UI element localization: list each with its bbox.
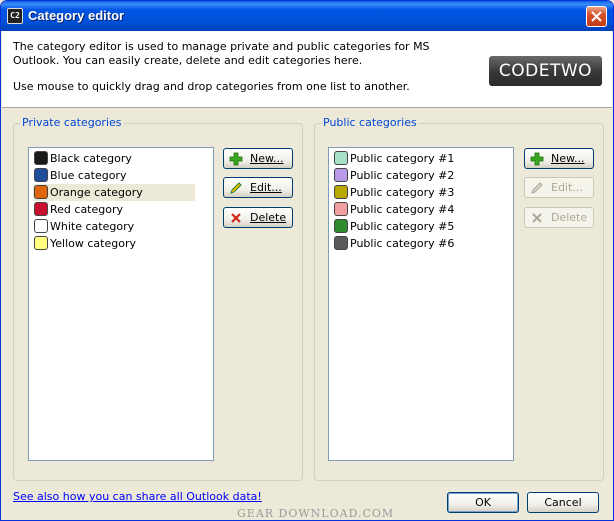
category-label: Public category #5 [350,220,455,233]
private-delete-label: Delete [250,211,287,224]
category-color-swatch [334,202,348,216]
list-item[interactable]: Public category #2 [333,167,495,184]
list-item[interactable]: Public category #4 [333,201,495,218]
category-color-swatch [334,236,348,250]
public-categories-list[interactable]: Public category #1 Public category #2 Publ… [328,147,514,461]
private-new-label: New... [250,152,284,165]
category-color-swatch [34,151,48,165]
pencil-icon [531,182,543,194]
category-color-swatch [334,151,348,165]
list-item[interactable]: Public category #1 [333,150,495,167]
list-item[interactable]: Black category [33,150,195,167]
list-item[interactable]: Public category #6 [333,235,495,252]
header-panel: The category editor is used to manage pr… [2,31,612,108]
category-color-swatch [334,219,348,233]
private-categories-list[interactable]: Black category Blue category Orange catego… [28,147,214,461]
category-color-swatch [34,219,48,233]
header-hint: Use mouse to quickly drag and drop categ… [13,80,410,93]
list-item[interactable]: Red category [33,201,195,218]
close-icon [591,11,602,22]
category-label: Public category #3 [350,186,455,199]
ok-button[interactable]: OK [447,492,519,513]
app-icon: C2 [7,8,23,24]
delete-x-icon [231,213,241,223]
list-item[interactable]: Yellow category [33,235,195,252]
private-categories-group: Private categories Black category Blue ca… [13,116,303,481]
category-color-swatch [34,202,48,216]
title-bar[interactable]: C2 Category editor [1,1,613,31]
category-label: Black category [50,152,132,165]
watermark-text: GEAR DOWNLOAD.COM [237,507,395,520]
list-item[interactable]: Public category #3 [333,184,495,201]
category-editor-window: C2 Category editor The category editor i… [0,0,614,521]
public-categories-title: Public categories [321,116,419,129]
share-outlook-data-link[interactable]: See also how you can share all Outlook d… [13,490,262,503]
category-label: White category [50,220,135,233]
private-categories-title: Private categories [20,116,124,129]
cancel-button[interactable]: Cancel [527,492,599,513]
category-label: Orange category [50,186,143,199]
list-item[interactable]: White category [33,218,195,235]
public-delete-button[interactable]: Delete [524,207,594,228]
category-color-swatch [34,185,48,199]
plus-icon [530,152,544,166]
private-new-button[interactable]: New... [223,148,293,169]
public-categories-group: Public categories Public category #1 Publ… [314,116,604,481]
category-color-swatch [34,236,48,250]
category-label: Public category #6 [350,237,455,250]
header-description: The category editor is used to manage pr… [13,40,430,67]
plus-icon [229,152,243,166]
delete-x-icon [532,213,542,223]
public-edit-label: Edit... [551,181,583,194]
pencil-icon [230,182,242,194]
list-item[interactable]: Orange category [33,184,195,201]
public-edit-button[interactable]: Edit... [524,177,594,198]
public-new-button[interactable]: New... [524,148,594,169]
close-button[interactable] [586,6,607,27]
private-edit-button[interactable]: Edit... [223,177,293,198]
private-delete-button[interactable]: Delete [223,207,293,228]
public-new-label: New... [551,152,585,165]
list-item[interactable]: Blue category [33,167,195,184]
category-color-swatch [334,168,348,182]
list-item[interactable]: Public category #5 [333,218,495,235]
category-label: Red category [50,203,124,216]
window-title: Category editor [28,8,125,23]
private-edit-label: Edit... [250,181,282,194]
category-color-swatch [334,185,348,199]
public-delete-label: Delete [551,211,588,224]
category-label: Yellow category [50,237,136,250]
category-label: Public category #2 [350,169,455,182]
category-color-swatch [34,168,48,182]
category-label: Public category #4 [350,203,455,216]
category-label: Public category #1 [350,152,455,165]
category-label: Blue category [50,169,127,182]
codetwo-logo: CODETWO [489,56,602,86]
